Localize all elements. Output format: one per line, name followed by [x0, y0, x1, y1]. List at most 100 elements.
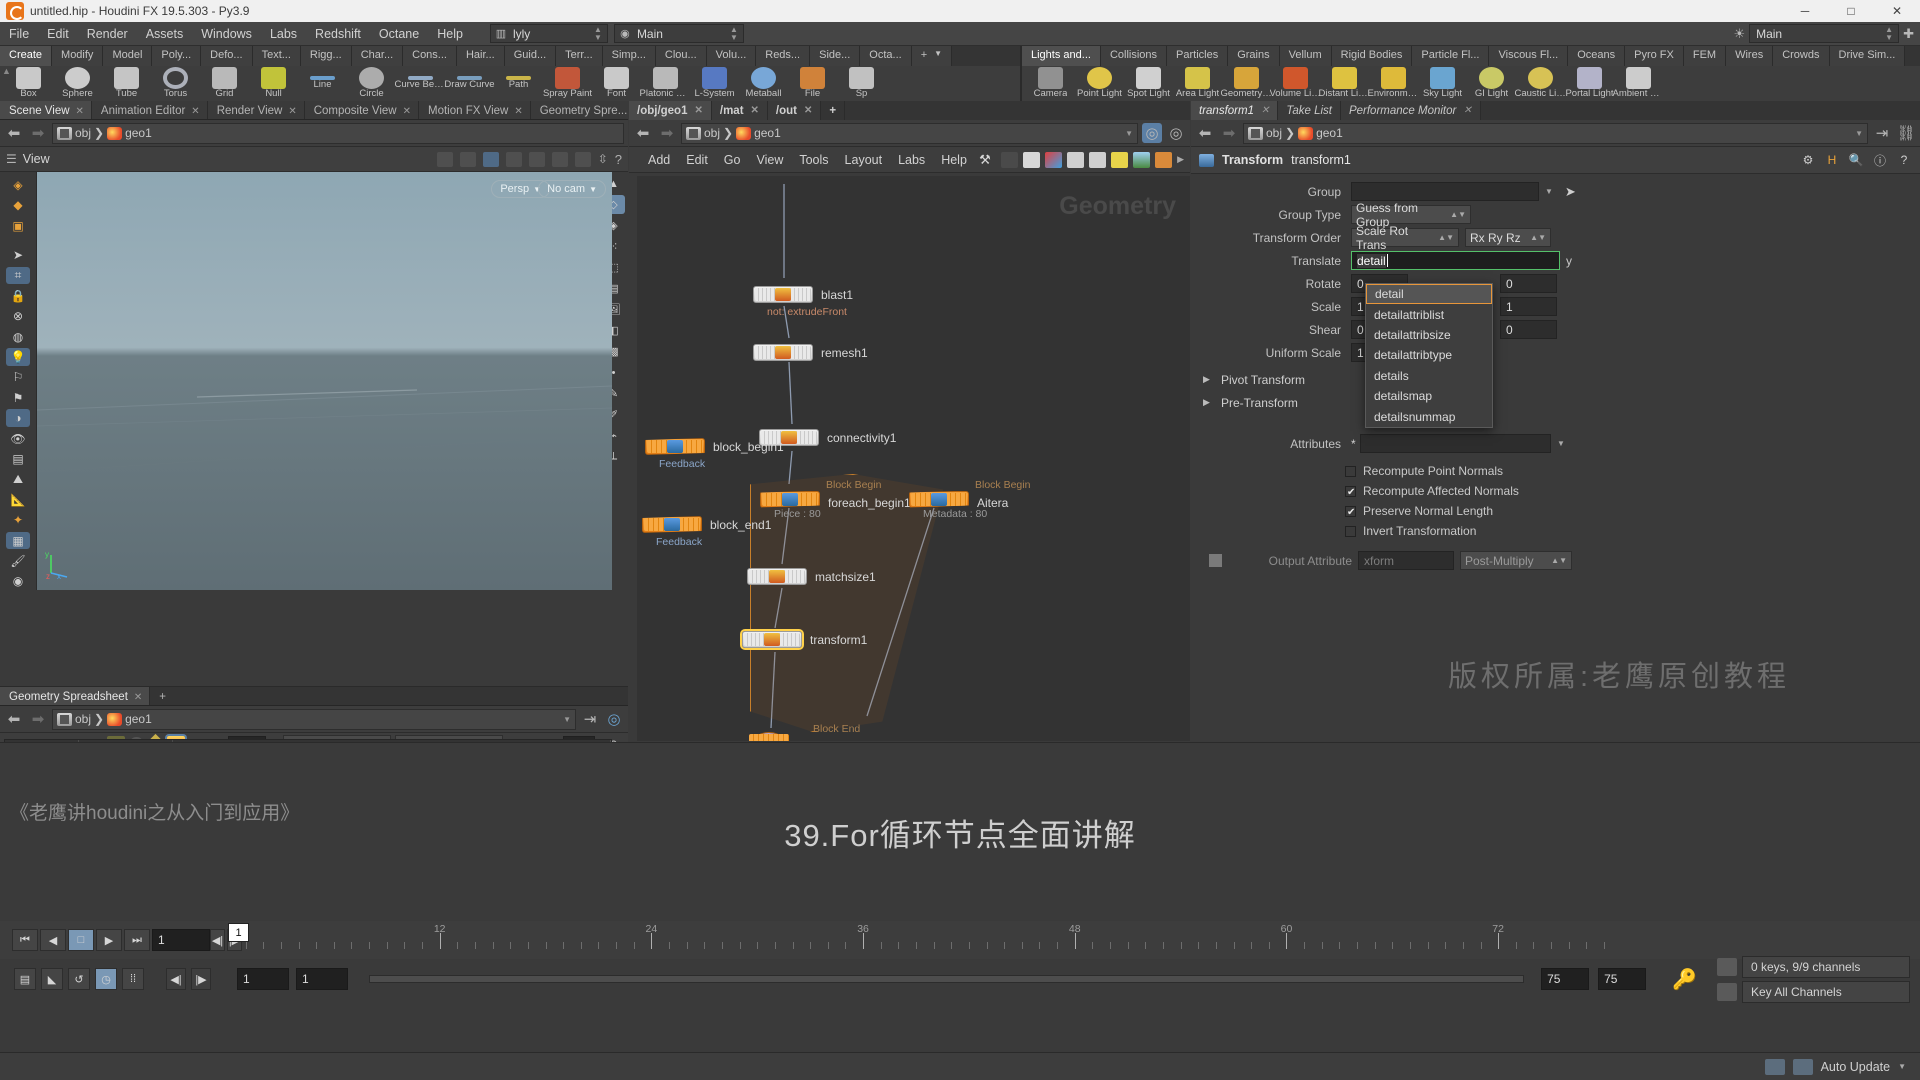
- shelf-tab-left-17[interactable]: Octa...: [860, 46, 912, 66]
- close-icon-gsheet[interactable]: ✕: [134, 692, 142, 703]
- handle-tool-icon[interactable]: ⌗: [6, 266, 30, 285]
- playhead[interactable]: 1: [228, 923, 249, 942]
- forward-arrow-icon[interactable]: ➡: [28, 123, 48, 143]
- param-row-pivot-transform[interactable]: ▶ Pivot Transform: [1191, 368, 1920, 391]
- go-to-end-button[interactable]: ⏭: [124, 929, 150, 951]
- audio-icon[interactable]: ◣: [41, 968, 63, 990]
- stop-button[interactable]: □: [68, 929, 94, 951]
- viewport-options-icon[interactable]: ⇳: [598, 152, 608, 166]
- bulb-icon[interactable]: 💡: [6, 348, 30, 366]
- shelf-tool-torus[interactable]: Torus: [151, 66, 200, 99]
- shelf-tool-right-environment-light[interactable]: Environment Light: [1368, 66, 1420, 99]
- tab-motion-fx-view[interactable]: Motion FX View ✕: [419, 101, 531, 119]
- range-next-icon[interactable]: |▶: [191, 968, 211, 990]
- select-mode-icon[interactable]: [436, 151, 453, 167]
- key-all-icon[interactable]: [1717, 982, 1737, 1001]
- right-layout-combo[interactable]: Main ▲ ▼: [1749, 24, 1900, 43]
- shelf-tab-right-12[interactable]: Crowds: [1773, 46, 1830, 66]
- sticky-note-icon[interactable]: [1111, 151, 1129, 168]
- shelf-tool-circle[interactable]: Circle: [347, 66, 396, 99]
- shelf-tab-left-14[interactable]: Volu...: [706, 46, 757, 66]
- param-dropdown-trs-order[interactable]: Scale Rot Trans ▲▼: [1351, 224, 1459, 252]
- tab-geometry-spreadsheet[interactable]: Geometry Spreadsheet ✕: [0, 687, 151, 705]
- tab-animation-editor[interactable]: Animation Editor ✕: [91, 101, 208, 119]
- globe-icon[interactable]: ◉: [6, 573, 30, 590]
- menu-file[interactable]: File: [0, 24, 38, 44]
- net-menu-tools[interactable]: Tools: [792, 150, 835, 170]
- output-attribute-toggle[interactable]: [1209, 554, 1222, 567]
- param-tab-transform-[interactable]: transform1 ✕: [1191, 101, 1279, 120]
- group-picker-arrow-icon[interactable]: ➤: [1565, 184, 1576, 200]
- maximize-button[interactable]: □: [1828, 0, 1874, 22]
- no-entry-icon[interactable]: [528, 151, 545, 167]
- sheet-icon[interactable]: [1023, 151, 1041, 168]
- play-forwards-button[interactable]: ▶: [96, 929, 122, 951]
- camera-icon-left[interactable]: ▤: [6, 450, 30, 467]
- menu-render[interactable]: Render: [78, 24, 137, 44]
- realtime-icon[interactable]: ◷: [95, 968, 117, 990]
- gsheet-back-icon[interactable]: ⬅: [4, 709, 24, 729]
- node-foreach_end1[interactable]: foreach_end1: [747, 732, 872, 741]
- shelf-tool-right-portal-light[interactable]: Portal Light: [1565, 66, 1614, 99]
- shelf-tool-right-geometry-light[interactable]: Geometry Light: [1221, 66, 1273, 99]
- geometry-tool-icon[interactable]: ▣: [6, 217, 30, 234]
- close-icon-tab-3[interactable]: ✕: [403, 106, 411, 117]
- shelf-tool-grid[interactable]: Grid: [200, 66, 249, 99]
- close-icon-tab-4[interactable]: ✕: [514, 106, 522, 117]
- scene-path-field[interactable]: obj ❯ geo1: [52, 122, 624, 144]
- checkbox-recompute-affected-normals[interactable]: ✔: [1345, 485, 1356, 498]
- clock-icon[interactable]: [551, 151, 568, 167]
- shelf-tool-right-caustic-light[interactable]: Caustic Light: [1515, 66, 1567, 99]
- timeline-ruler[interactable]: 1 12 24 36 48 60 72: [228, 923, 1605, 957]
- cancel-icon[interactable]: ⊗: [6, 307, 30, 324]
- network-tab--mat[interactable]: /mat ✕: [711, 101, 768, 120]
- parameter-houdini-icon[interactable]: H: [1824, 152, 1840, 168]
- step-back-button[interactable]: ◀|: [210, 929, 225, 951]
- param-checkbox-row-0[interactable]: Recompute Point Normals: [1191, 461, 1920, 481]
- desktop-combo[interactable]: ▥ lyly ▲ ▼: [489, 24, 608, 43]
- net-more-icon[interactable]: ▶: [1177, 154, 1184, 165]
- plus-icon-menubar[interactable]: ✚: [1903, 26, 1914, 42]
- ghost-icon[interactable]: [505, 151, 522, 167]
- net-path-chevron[interactable]: ▼: [1125, 129, 1133, 138]
- align-icon[interactable]: [1089, 151, 1107, 168]
- shelf-tab-right-6[interactable]: Particle Fl...: [1412, 46, 1490, 66]
- menu-windows[interactable]: Windows: [192, 24, 261, 44]
- shelf-tool-path[interactable]: Path: [494, 66, 543, 90]
- render-region-icon[interactable]: ▦: [6, 531, 30, 550]
- close-icon-param-0[interactable]: ✕: [1261, 105, 1269, 116]
- current-frame-field[interactable]: 1: [152, 929, 210, 951]
- net-back-icon[interactable]: ⬅: [633, 123, 653, 143]
- close-icon-param-2[interactable]: ✕: [1463, 105, 1471, 116]
- object-tool-icon[interactable]: ◆: [6, 196, 30, 213]
- shelf-tool-box[interactable]: Box: [4, 66, 53, 99]
- paint-icon[interactable]: 🖌: [6, 552, 30, 569]
- detail-list-icon[interactable]: [1067, 151, 1085, 168]
- shelf-tab-left-6[interactable]: Rigg...: [300, 46, 352, 66]
- network-canvas[interactable]: Geometry not: extrudeFront blast1 remesh1 c…: [637, 176, 1190, 741]
- param-input-translate[interactable]: detail: [1351, 251, 1560, 270]
- net-menu-layout[interactable]: Layout: [838, 150, 890, 170]
- shelf-tab-left-5[interactable]: Text...: [252, 46, 301, 66]
- shelf-tab-right-7[interactable]: Viscous Fl...: [1489, 46, 1569, 66]
- gsheet-path-chevron[interactable]: ▼: [563, 715, 571, 724]
- net-menu-help[interactable]: Help: [934, 150, 974, 170]
- arrow-select-icon[interactable]: ➤: [6, 246, 30, 263]
- checkbox-invert-transformation[interactable]: [1345, 525, 1356, 537]
- param-input-rotate-z[interactable]: 0: [1500, 274, 1557, 293]
- back-arrow-icon[interactable]: ⬅: [4, 123, 24, 143]
- shelf-tab-right-2[interactable]: Particles: [1167, 46, 1229, 66]
- shelf-tab-left-15[interactable]: Reds...: [756, 46, 811, 66]
- param-tab-performance-monitor[interactable]: Performance Monitor ✕: [1340, 101, 1481, 120]
- layout-combo[interactable]: ◉ Main ▲ ▼: [613, 24, 744, 43]
- parameter-path-field[interactable]: obj ❯ geo1 ▼: [1243, 122, 1868, 144]
- terrain-icon[interactable]: ⛰: [6, 471, 30, 488]
- param-input-shear-z[interactable]: 0: [1500, 320, 1557, 339]
- param-tab-take-list[interactable]: Take List: [1278, 101, 1341, 120]
- net-pin-icon[interactable]: ◎: [1142, 123, 1162, 143]
- shelf-tab-left-8[interactable]: Cons...: [403, 46, 457, 66]
- shelf-tool-right-distant-light[interactable]: Distant Light: [1319, 66, 1371, 99]
- close-icon-net-0[interactable]: ✕: [694, 105, 702, 116]
- help-icon[interactable]: ?: [615, 152, 622, 167]
- shelf-tool-file[interactable]: File: [788, 66, 837, 99]
